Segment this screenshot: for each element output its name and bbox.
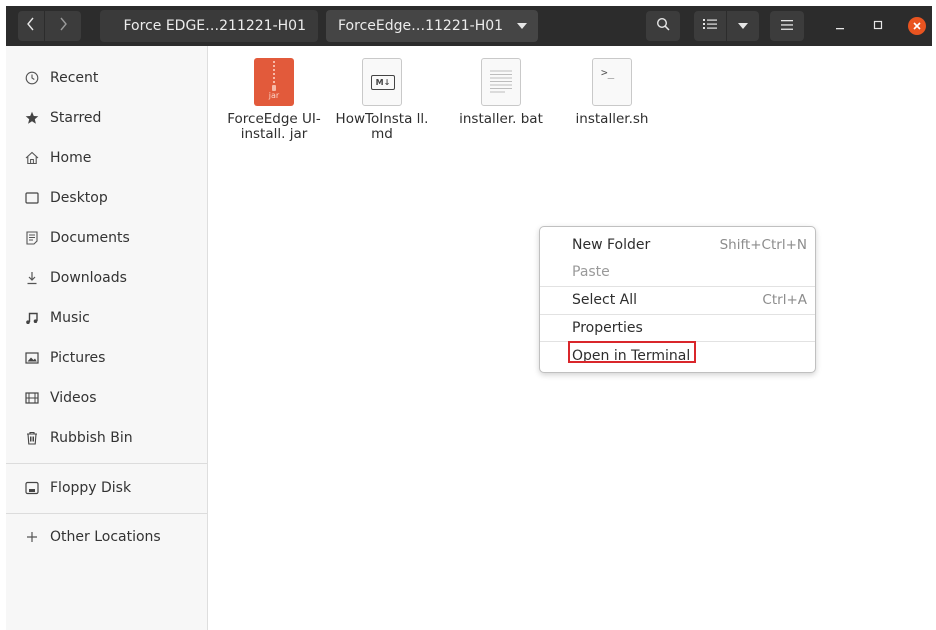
sidebar-divider — [6, 463, 207, 464]
sidebar-item-label: Videos — [50, 390, 97, 406]
view-options-button[interactable] — [727, 11, 759, 41]
sidebar-item-pictures[interactable]: Pictures — [6, 338, 207, 378]
file-icon-label: >_ — [601, 66, 615, 79]
download-icon — [24, 270, 40, 286]
view-toggle-button[interactable] — [694, 11, 726, 41]
markdown-file-icon: M↓ — [362, 58, 402, 106]
videos-icon — [24, 390, 40, 406]
menu-item-properties[interactable]: Properties — [540, 315, 815, 341]
close-icon — [913, 19, 921, 33]
sidebar-item-label: Downloads — [50, 270, 127, 286]
breadcrumb-current-label: ForceEdge…11221-H01 — [338, 18, 504, 34]
plus-icon — [24, 529, 40, 545]
sidebar-item-videos[interactable]: Videos — [6, 378, 207, 418]
clock-icon — [24, 70, 40, 86]
file-item[interactable]: jar ForceEdge UI-install. jar — [226, 58, 322, 142]
header-bar: Force EDGE…211221-H01 ForceEdge…11221-H0… — [6, 6, 932, 46]
file-item[interactable]: >_ installer.sh — [564, 58, 660, 127]
maximize-icon — [873, 18, 883, 34]
file-name: installer. bat — [459, 111, 543, 127]
home-icon — [24, 150, 40, 166]
menu-divider — [540, 341, 815, 342]
close-button[interactable] — [908, 17, 926, 35]
sidebar: Recent Starred Home Desktop Documents Do… — [6, 46, 208, 630]
breadcrumb-parent[interactable]: Force EDGE…211221-H01 — [100, 10, 318, 42]
main-menu-button[interactable] — [770, 11, 804, 41]
list-view-icon — [703, 18, 717, 34]
breadcrumb-parent-label: Force EDGE…211221-H01 — [123, 18, 307, 34]
text-file-icon — [481, 58, 521, 106]
sidebar-item-label: Recent — [50, 70, 99, 86]
search-button[interactable] — [646, 11, 680, 41]
pictures-icon — [24, 350, 40, 366]
trash-icon — [24, 430, 40, 446]
file-icon-label: M↓ — [371, 75, 395, 90]
sidebar-item-music[interactable]: Music — [6, 298, 207, 338]
hamburger-menu-icon — [781, 18, 793, 34]
chevron-right-icon — [58, 17, 68, 35]
sidebar-item-documents[interactable]: Documents — [6, 218, 207, 258]
file-name: ForceEdge UI-install. jar — [227, 111, 321, 142]
sidebar-item-desktop[interactable]: Desktop — [6, 178, 207, 218]
desktop-icon — [24, 190, 40, 206]
sidebar-item-recent[interactable]: Recent — [6, 58, 207, 98]
menu-item-label: Properties — [572, 320, 643, 336]
sidebar-item-label: Music — [50, 310, 90, 326]
sidebar-item-label: Desktop — [50, 190, 108, 206]
search-icon — [656, 17, 670, 35]
sidebar-item-starred[interactable]: Starred — [6, 98, 207, 138]
jar-archive-icon: jar — [254, 58, 294, 106]
sidebar-item-label: Home — [50, 150, 92, 166]
menu-item-shortcut: Ctrl+A — [762, 292, 807, 308]
file-icon-label: jar — [268, 91, 280, 100]
sidebar-item-label: Starred — [50, 110, 102, 126]
maximize-button[interactable] — [866, 11, 890, 41]
menu-item-select-all[interactable]: Select All Ctrl+A — [540, 287, 815, 313]
sidebar-item-other-locations[interactable]: Other Locations — [6, 517, 207, 557]
documents-icon — [24, 230, 40, 246]
back-button[interactable] — [18, 11, 44, 41]
sidebar-item-label: Documents — [50, 230, 130, 246]
star-icon — [24, 110, 40, 126]
menu-item-shortcut: Shift+Ctrl+N — [719, 237, 807, 253]
chevron-down-icon — [517, 23, 528, 29]
context-menu: New Folder Shift+Ctrl+N Paste Select All… — [539, 226, 816, 373]
file-item[interactable]: M↓ HowToInsta ll.md — [334, 58, 430, 142]
sidebar-item-rubbish-bin[interactable]: Rubbish Bin — [6, 418, 207, 458]
sidebar-item-label: Floppy Disk — [50, 480, 132, 496]
sidebar-item-label: Other Locations — [50, 529, 161, 545]
menu-item-label: Paste — [572, 264, 610, 280]
menu-item-label: Select All — [572, 292, 637, 308]
music-icon — [24, 310, 40, 326]
file-name: HowToInsta ll.md — [335, 111, 429, 142]
chevron-left-icon — [26, 17, 36, 35]
menu-item-label: New Folder — [572, 237, 651, 253]
chevron-down-icon — [738, 23, 748, 29]
shell-script-icon: >_ — [592, 58, 632, 106]
floppy-disk-icon — [24, 480, 40, 496]
file-name: installer.sh — [575, 111, 649, 127]
menu-item-open-in-terminal[interactable]: Open in Terminal — [540, 341, 815, 369]
file-item[interactable]: installer. bat — [453, 58, 549, 127]
sidebar-item-home[interactable]: Home — [6, 138, 207, 178]
sidebar-divider — [6, 513, 207, 514]
sidebar-item-label: Pictures — [50, 350, 106, 366]
sidebar-item-floppy-disk[interactable]: Floppy Disk — [6, 468, 207, 508]
forward-button[interactable] — [45, 11, 81, 41]
menu-item-paste[interactable]: Paste — [540, 259, 815, 285]
menu-item-label: Open in Terminal — [572, 348, 691, 364]
minimize-icon — [835, 18, 845, 34]
breadcrumb-current[interactable]: ForceEdge…11221-H01 — [326, 10, 538, 42]
sidebar-item-label: Rubbish Bin — [50, 430, 133, 446]
sidebar-item-downloads[interactable]: Downloads — [6, 258, 207, 298]
menu-item-new-folder[interactable]: New Folder Shift+Ctrl+N — [540, 232, 815, 258]
minimize-button[interactable] — [828, 11, 852, 41]
